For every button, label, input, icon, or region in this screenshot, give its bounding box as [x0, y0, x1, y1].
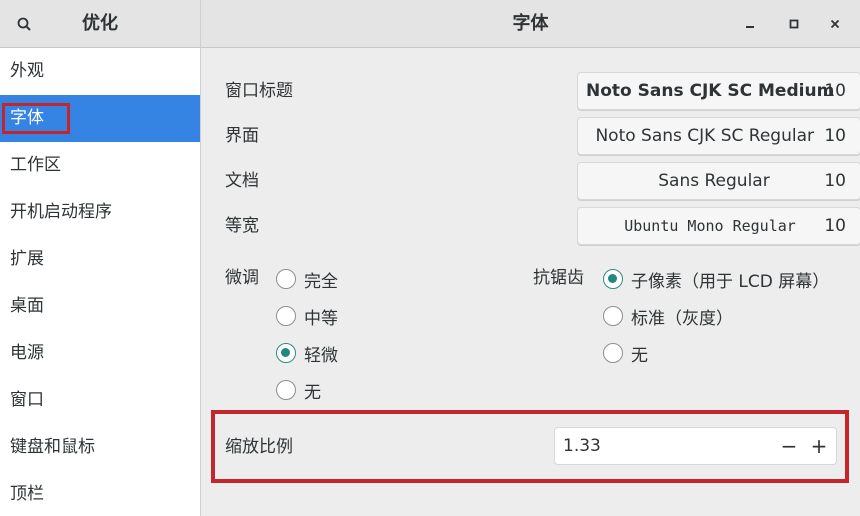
font-size: 10 — [824, 81, 846, 101]
radio-icon — [276, 306, 296, 326]
radio-label: 标准（灰度） — [631, 308, 733, 329]
highlight-box — [2, 103, 70, 134]
font-name: Noto Sans CJK SC Medium — [586, 81, 835, 101]
sidebar-item-extensions[interactable]: 扩展 — [0, 236, 200, 283]
font-label: 界面 — [225, 126, 259, 146]
font-row-interface: 界面 Noto Sans CJK SC Regular 10 — [225, 117, 860, 155]
radio-checked-icon — [276, 343, 296, 363]
scaling-label: 缩放比例 — [225, 437, 293, 457]
radio-checked-icon — [603, 269, 623, 289]
sidebar-item-keyboard-mouse[interactable]: 键盘和鼠标 — [0, 424, 200, 471]
hinting-option-medium[interactable]: 中等 — [276, 304, 338, 329]
radio-label: 中等 — [304, 308, 338, 329]
sidebar-item-workspaces[interactable]: 工作区 — [0, 142, 200, 189]
app-title: 优化 — [82, 13, 118, 34]
maximize-icon[interactable] — [782, 12, 806, 36]
scaling-spinbutton[interactable]: 1.33 − + — [554, 427, 837, 465]
decrement-button[interactable]: − — [774, 428, 804, 464]
close-icon[interactable] — [823, 12, 847, 36]
monospace-font-button[interactable]: Ubuntu Mono Regular 10 — [577, 207, 860, 245]
font-row-window-title: 窗口标题 Noto Sans CJK SC Medium 10 — [225, 72, 860, 110]
window-title-font-button[interactable]: Noto Sans CJK SC Medium 10 — [577, 72, 860, 110]
radio-label: 子像素（用于 LCD 屏幕） — [631, 271, 830, 292]
font-name: Noto Sans CJK SC Regular — [595, 126, 814, 146]
font-size: 10 — [824, 216, 846, 236]
font-name: Sans Regular — [658, 171, 770, 191]
antialiasing-option-none[interactable]: 无 — [603, 341, 648, 366]
scaling-value[interactable]: 1.33 — [563, 428, 601, 464]
hinting-option-slight[interactable]: 轻微 — [276, 341, 338, 366]
header-bar: 优化 字体 — [0, 0, 860, 48]
increment-button[interactable]: + — [804, 428, 834, 464]
radio-icon — [603, 343, 623, 363]
sidebar-item-startup-applications[interactable]: 开机启动程序 — [0, 189, 200, 236]
font-label: 等宽 — [225, 216, 259, 236]
radio-label: 无 — [304, 382, 321, 403]
sidebar-item-fonts[interactable]: 字体 — [0, 95, 200, 142]
sidebar-item-desktop[interactable]: 桌面 — [0, 283, 200, 330]
font-name: Ubuntu Mono Regular — [624, 217, 796, 235]
search-icon[interactable] — [14, 14, 36, 36]
radio-label: 完全 — [304, 271, 338, 292]
hinting-option-full[interactable]: 完全 — [276, 267, 338, 292]
sidebar-header: 优化 — [0, 0, 201, 48]
antialiasing-label: 抗锯齿 — [533, 268, 584, 288]
hinting-option-none[interactable]: 无 — [276, 378, 321, 403]
antialiasing-option-subpixel[interactable]: 子像素（用于 LCD 屏幕） — [603, 267, 830, 292]
radio-icon — [603, 306, 623, 326]
font-label: 文档 — [225, 171, 259, 191]
antialiasing-option-standard[interactable]: 标准（灰度） — [603, 304, 733, 329]
font-size: 10 — [824, 126, 846, 146]
hinting-label: 微调 — [225, 268, 259, 288]
radio-label: 轻微 — [304, 345, 338, 366]
minimize-icon[interactable] — [738, 12, 762, 36]
sidebar-item-power[interactable]: 电源 — [0, 330, 200, 377]
font-label: 窗口标题 — [225, 81, 293, 101]
radio-icon — [276, 269, 296, 289]
main-content: 窗口标题 Noto Sans CJK SC Medium 10 界面 Noto … — [201, 48, 860, 516]
radio-icon — [276, 380, 296, 400]
font-row-document: 文档 Sans Regular 10 — [225, 162, 860, 200]
interface-font-button[interactable]: Noto Sans CJK SC Regular 10 — [577, 117, 860, 155]
sidebar-item-top-bar[interactable]: 顶栏 — [0, 471, 200, 516]
sidebar-item-appearance[interactable]: 外观 — [0, 48, 200, 95]
document-font-button[interactable]: Sans Regular 10 — [577, 162, 860, 200]
sidebar: 外观 字体 工作区 开机启动程序 扩展 桌面 电源 窗口 键盘和鼠标 顶栏 — [0, 48, 201, 516]
font-row-monospace: 等宽 Ubuntu Mono Regular 10 — [225, 207, 860, 245]
font-size: 10 — [824, 171, 846, 191]
sidebar-item-windows[interactable]: 窗口 — [0, 377, 200, 424]
radio-label: 无 — [631, 345, 648, 366]
